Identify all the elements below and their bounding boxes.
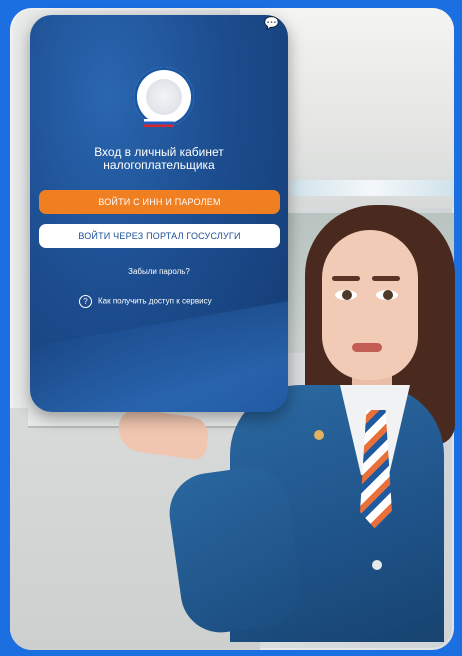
login-title-line1: Вход в личный кабинет [94, 145, 224, 159]
coat-button [372, 560, 382, 570]
forgot-password-link[interactable]: Забыли пароль? [30, 267, 288, 276]
lapel-pin [314, 430, 324, 440]
eagle-icon [146, 79, 182, 115]
login-gosuslugi-button[interactable]: ВОЙТИ ЧЕРЕЗ ПОРТАЛ ГОСУСЛУГИ [39, 224, 280, 248]
ceiling-lamp [290, 180, 454, 196]
login-title-line2: налогоплательщика [103, 158, 215, 172]
access-help-label: Как получить доступ к сервису [98, 296, 212, 306]
woman-lips [352, 343, 382, 352]
right-iris [383, 290, 393, 300]
woman-face [322, 230, 418, 380]
right-eyebrow [372, 276, 400, 281]
access-help-link[interactable]: ? Как получить доступ к сервису [79, 295, 212, 308]
tax-app-login-screen: Вход в личный кабинет налогоплательщика … [30, 15, 288, 412]
woman-arm [164, 462, 306, 638]
russian-flag-icon [144, 119, 174, 127]
login-inn-password-button[interactable]: ВОЙТИ С ИНН И ПАРОЛЕМ [39, 190, 280, 214]
left-eyebrow [332, 276, 360, 281]
fns-emblem-logo [134, 67, 194, 127]
left-iris [342, 290, 352, 300]
chat-icon[interactable]: 💬 [264, 16, 279, 30]
question-circle-icon: ? [79, 295, 92, 308]
